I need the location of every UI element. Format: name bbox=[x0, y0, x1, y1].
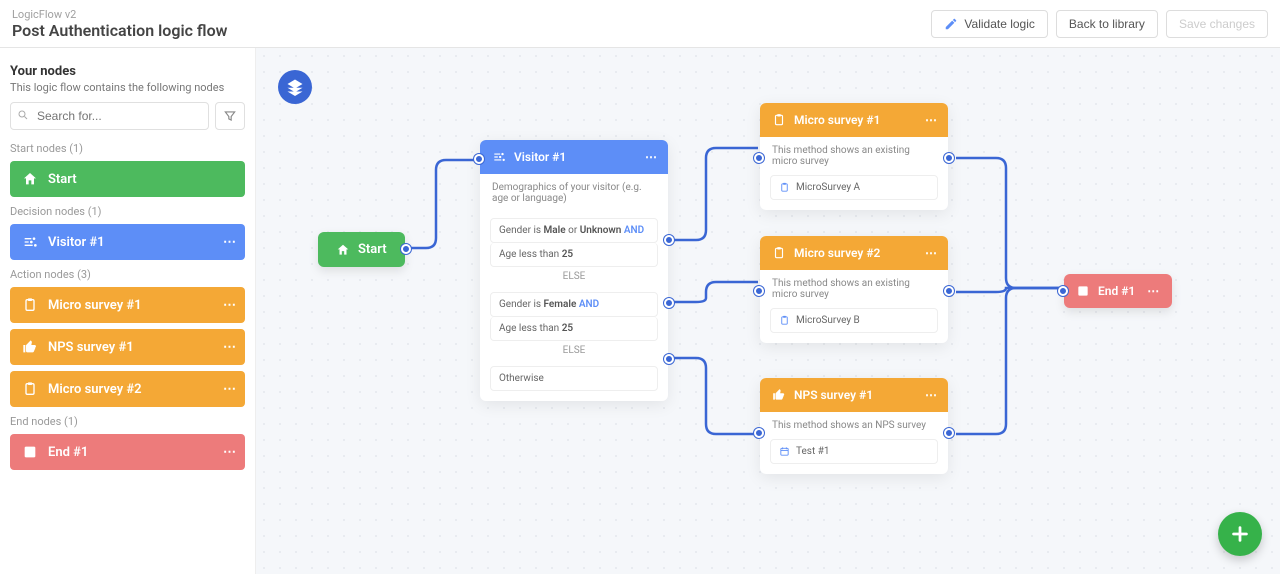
more-icon[interactable]: ⋯ bbox=[925, 246, 938, 260]
calendar-icon bbox=[779, 446, 790, 457]
sidebar-subtitle: This logic flow contains the following n… bbox=[10, 81, 245, 94]
node-micro1[interactable]: Micro survey #1 ⋯ This method shows an e… bbox=[760, 103, 948, 210]
sliders-icon bbox=[492, 150, 506, 164]
more-icon[interactable]: ⋯ bbox=[223, 298, 237, 313]
stop-icon bbox=[22, 444, 38, 460]
clipboard-icon bbox=[779, 182, 790, 193]
more-icon[interactable]: ⋯ bbox=[223, 382, 237, 397]
layers-button[interactable] bbox=[278, 70, 312, 104]
sidebar-item-micro2[interactable]: Micro survey #2 ⋯ bbox=[10, 371, 245, 407]
page-title: Post Authentication logic flow bbox=[12, 21, 227, 40]
more-icon[interactable]: ⋯ bbox=[645, 150, 658, 164]
add-node-button[interactable] bbox=[1218, 512, 1262, 556]
stop-icon bbox=[1076, 284, 1090, 298]
more-icon[interactable]: ⋯ bbox=[925, 113, 938, 127]
sidebar-item-micro1[interactable]: Micro survey #1 ⋯ bbox=[10, 287, 245, 323]
sidebar-item-nps[interactable]: NPS survey #1 ⋯ bbox=[10, 329, 245, 365]
sidebar: Your nodes This logic flow contains the … bbox=[0, 48, 256, 574]
more-icon[interactable]: ⋯ bbox=[223, 445, 237, 460]
layers-icon bbox=[286, 78, 304, 96]
filter-button[interactable] bbox=[215, 102, 245, 130]
sidebar-item-start[interactable]: Start bbox=[10, 161, 245, 197]
pencil-icon bbox=[944, 17, 958, 31]
rule-1a: Gender is Male or Unknown AND bbox=[490, 218, 658, 243]
more-icon[interactable]: ⋯ bbox=[223, 235, 237, 250]
search-input-wrapper bbox=[10, 102, 209, 130]
sidebar-item-visitor[interactable]: Visitor #1 ⋯ bbox=[10, 224, 245, 260]
rule-2b: Age less than 25 bbox=[490, 317, 658, 341]
breadcrumb: LogicFlow v2 bbox=[12, 8, 227, 21]
clipboard-icon bbox=[779, 315, 790, 326]
thumb-icon bbox=[772, 388, 786, 402]
thumb-icon bbox=[22, 339, 38, 355]
rule-otherwise: Otherwise bbox=[490, 366, 658, 391]
node-visitor[interactable]: Visitor #1 ⋯ Demographics of your visito… bbox=[480, 140, 668, 401]
section-decision-label: Decision nodes (1) bbox=[10, 205, 245, 218]
rule-1b: Age less than 25 bbox=[490, 243, 658, 267]
section-end-label: End nodes (1) bbox=[10, 415, 245, 428]
more-icon[interactable]: ⋯ bbox=[925, 388, 938, 402]
header: LogicFlow v2 Post Authentication logic f… bbox=[0, 0, 1280, 48]
back-to-library-button[interactable]: Back to library bbox=[1056, 10, 1158, 38]
filter-icon bbox=[223, 109, 237, 123]
clipboard-icon bbox=[772, 113, 786, 127]
search-icon bbox=[17, 109, 29, 121]
node-start[interactable]: Start bbox=[318, 232, 405, 267]
rule-2a: Gender is Female AND bbox=[490, 292, 658, 317]
save-changes-button: Save changes bbox=[1166, 10, 1268, 38]
home-icon bbox=[336, 243, 350, 257]
home-icon bbox=[22, 171, 38, 187]
canvas[interactable]: Start Visitor #1 ⋯ Demographics of your … bbox=[256, 48, 1280, 574]
plus-icon bbox=[1229, 523, 1251, 545]
clipboard-icon bbox=[22, 381, 38, 397]
more-icon[interactable]: ⋯ bbox=[1147, 284, 1160, 298]
sliders-icon bbox=[22, 234, 38, 250]
survey-ref[interactable]: MicroSurvey A bbox=[770, 175, 938, 200]
node-end[interactable]: End #1 ⋯ bbox=[1064, 274, 1172, 308]
section-action-label: Action nodes (3) bbox=[10, 268, 245, 281]
survey-ref[interactable]: Test #1 bbox=[770, 439, 938, 464]
clipboard-icon bbox=[22, 297, 38, 313]
section-start-label: Start nodes (1) bbox=[10, 142, 245, 155]
search-input[interactable] bbox=[10, 102, 209, 130]
more-icon[interactable]: ⋯ bbox=[223, 340, 237, 355]
sidebar-item-end[interactable]: End #1 ⋯ bbox=[10, 434, 245, 470]
survey-ref[interactable]: MicroSurvey B bbox=[770, 308, 938, 333]
clipboard-icon bbox=[772, 246, 786, 260]
sidebar-title: Your nodes bbox=[10, 64, 245, 79]
node-nps[interactable]: NPS survey #1 ⋯ This method shows an NPS… bbox=[760, 378, 948, 474]
validate-logic-button[interactable]: Validate logic bbox=[931, 10, 1048, 38]
node-micro2[interactable]: Micro survey #2 ⋯ This method shows an e… bbox=[760, 236, 948, 343]
